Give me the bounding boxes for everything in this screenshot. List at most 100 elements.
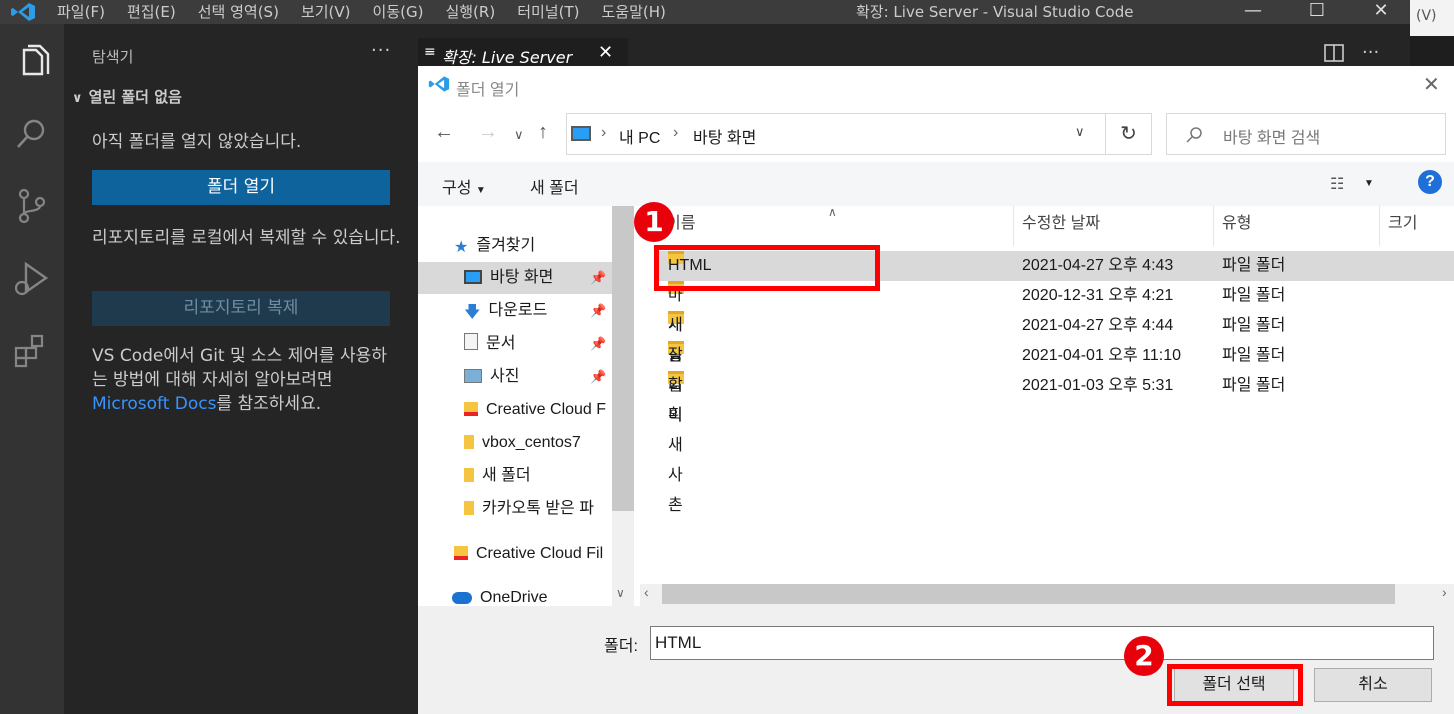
column-type[interactable]: 유형 <box>1214 206 1380 246</box>
search-icon[interactable] <box>12 114 52 154</box>
minimize-button[interactable]: — <box>1230 0 1276 24</box>
folder-name-input[interactable]: HTML <box>650 626 1434 660</box>
nav-item-creative-cloud-files[interactable]: Creative Cloud Fil <box>418 538 612 570</box>
nav-item-documents[interactable]: 문서 📌 <box>418 328 612 360</box>
menu-file[interactable]: 파일(F) <box>57 2 105 22</box>
address-dropdown-icon[interactable]: ∨ <box>1075 124 1085 140</box>
vscode-logo-icon <box>11 3 35 21</box>
close-tab-icon[interactable]: ✕ <box>598 42 613 63</box>
horizontal-scroll-thumb[interactable] <box>662 584 1395 604</box>
pin-icon: 📌 <box>590 369 607 384</box>
menu-edit[interactable]: 편집(E) <box>127 2 176 22</box>
nav-item-desktop[interactable]: 바탕 화면 📌 <box>418 262 612 294</box>
view-dropdown-icon[interactable]: ▼ <box>1364 178 1374 189</box>
tab-live-server-extension[interactable]: ≡ 확장: Live Server ✕ <box>418 38 628 68</box>
source-control-icon[interactable] <box>12 186 52 226</box>
menu-go[interactable]: 이동(G) <box>373 2 424 22</box>
back-button[interactable]: ← <box>434 121 454 144</box>
extensions-icon[interactable] <box>12 330 52 370</box>
scroll-left-icon[interactable]: ‹ <box>644 584 649 600</box>
sidebar-title: 탐색기 <box>92 48 134 66</box>
star-icon: ★ <box>454 239 469 256</box>
nav-item-new-folder[interactable]: 새 폴더 <box>418 460 612 492</box>
more-actions-button[interactable]: ··· <box>371 40 391 61</box>
folder-icon <box>464 501 474 515</box>
help-button[interactable]: ? <box>1418 170 1442 194</box>
search-placeholder: 바탕 화면 검색 <box>1223 130 1321 147</box>
explorer-sidebar: 탐색기 ··· ∨ 열린 폴더 없음 아직 폴더를 열지 않았습니다. 폴더 열기… <box>64 24 418 714</box>
menu-selection[interactable]: 선택 영역(S) <box>198 2 279 22</box>
nav-item-kakaotalk[interactable]: 카카오톡 받은 파 <box>418 493 612 525</box>
desktop-icon <box>464 270 482 284</box>
maximize-button[interactable]: ☐ <box>1294 0 1340 24</box>
menu-run[interactable]: 실행(R) <box>445 2 495 22</box>
cancel-button[interactable]: 취소 <box>1314 668 1432 702</box>
file-type: 파일 폴더 <box>1222 347 1286 364</box>
open-folder-button[interactable]: 폴더 열기 <box>92 170 390 205</box>
nav-item-downloads[interactable]: 🡇 다운로드 📌 <box>418 295 612 327</box>
dialog-close-button[interactable]: ✕ <box>1423 72 1440 97</box>
file-row-halmisaesachon[interactable]: 할미새사촌 2021-01-03 오후 5:31 파일 폴더 <box>658 371 1454 514</box>
file-type: 파일 폴더 <box>1222 317 1286 334</box>
file-type: 파일 폴더 <box>1222 377 1286 394</box>
organize-button[interactable]: 구성 ▼ <box>442 174 486 198</box>
view-options-icon[interactable]: ☷ <box>1330 174 1344 194</box>
tab-label: 확장: Live Server <box>442 48 573 67</box>
step-1-badge: 1 <box>634 202 674 242</box>
nav-item-favorites[interactable]: ★ 즐겨찾기 <box>418 230 612 262</box>
address-bar[interactable]: › 내 PC › 바탕 화면 ∨ <box>566 113 1106 155</box>
menu-view[interactable]: 보기(V) <box>301 2 351 22</box>
file-row-new-folder[interactable]: 새 폴더 2021-04-27 오후 4:44 파일 폴더 <box>658 311 1454 394</box>
column-size[interactable]: 크기 <box>1380 206 1454 246</box>
breadcrumb-this-pc[interactable]: 내 PC <box>619 124 660 148</box>
dialog-toolbar: 구성 ▼ 새 폴더 ☷ ▼ ? <box>418 162 1454 206</box>
nav-item-onedrive[interactable]: OneDrive <box>418 582 612 606</box>
open-folder-dialog: 폴더 열기 ✕ ← → ∨ ↑ › 내 PC › 바탕 화면 ∨ ↻ 바탕 화면… <box>418 66 1454 714</box>
scroll-right-icon[interactable]: › <box>1442 584 1447 600</box>
nav-item-creative-cloud[interactable]: Creative Cloud F <box>418 394 612 426</box>
no-folder-section[interactable]: ∨ 열린 폴더 없음 <box>72 86 182 107</box>
column-name[interactable]: ∧ 이름 <box>658 205 1014 246</box>
preview-icon: ≡ <box>424 44 436 60</box>
breadcrumb-separator-icon: › <box>673 124 679 141</box>
step-2-badge: 2 <box>1124 636 1164 676</box>
search-box[interactable]: 바탕 화면 검색 <box>1166 113 1446 155</box>
close-window-button[interactable]: ✕ <box>1358 0 1404 24</box>
forward-button[interactable]: → <box>478 121 498 144</box>
scroll-down-icon[interactable]: ∨ <box>616 586 625 600</box>
nav-item-vbox-centos7[interactable]: vbox_centos7 <box>418 427 612 459</box>
nav-item-pictures[interactable]: 사진 📌 <box>418 361 612 393</box>
recent-locations-button[interactable]: ∨ <box>514 127 524 143</box>
folder-icon <box>464 435 474 449</box>
highlight-select-folder <box>1167 664 1303 706</box>
dialog-title: 폴더 열기 <box>456 82 520 99</box>
menu-help[interactable]: 도움말(H) <box>601 2 665 22</box>
refresh-button[interactable]: ↻ <box>1106 113 1152 155</box>
column-date-modified[interactable]: 수정한 날짜 <box>1014 206 1214 246</box>
onedrive-icon <box>452 592 472 604</box>
docs-text-end: 를 참조하세요. <box>216 394 322 414</box>
pin-icon: 📌 <box>590 303 607 318</box>
run-debug-icon[interactable] <box>12 258 52 298</box>
explorer-icon[interactable] <box>12 42 52 82</box>
up-button[interactable]: ↑ <box>538 121 548 144</box>
menu-terminal[interactable]: 터미널(T) <box>517 2 579 22</box>
editor-more-icon[interactable]: ··· <box>1362 42 1379 63</box>
search-icon <box>1186 127 1202 143</box>
download-icon: 🡇 <box>464 304 481 321</box>
file-row-misc[interactable]: 잡 2021-04-01 오후 11:10 파일 폴더 <box>658 341 1454 371</box>
file-type: 파일 폴더 <box>1222 287 1286 304</box>
microsoft-docs-link[interactable]: Microsoft Docs <box>92 394 216 414</box>
file-date: 2021-04-27 오후 4:44 <box>1022 317 1174 334</box>
section-title: 열린 폴더 없음 <box>88 88 182 106</box>
folder-icon <box>464 468 474 482</box>
clone-repository-button[interactable]: 리포지토리 복제 <box>92 291 390 326</box>
dropdown-arrow-icon: ▼ <box>475 185 486 196</box>
breadcrumb-desktop[interactable]: 바탕 화면 <box>693 124 756 148</box>
split-editor-icon[interactable] <box>1324 44 1344 62</box>
navigation-scroll-thumb[interactable] <box>612 206 634 511</box>
folder-field-label: 폴더: <box>604 638 638 655</box>
new-folder-button[interactable]: 새 폴더 <box>530 174 579 198</box>
highlight-html-folder <box>654 245 880 291</box>
clone-message: 리포지토리를 로컬에서 복제할 수 있습니다. <box>92 228 401 248</box>
